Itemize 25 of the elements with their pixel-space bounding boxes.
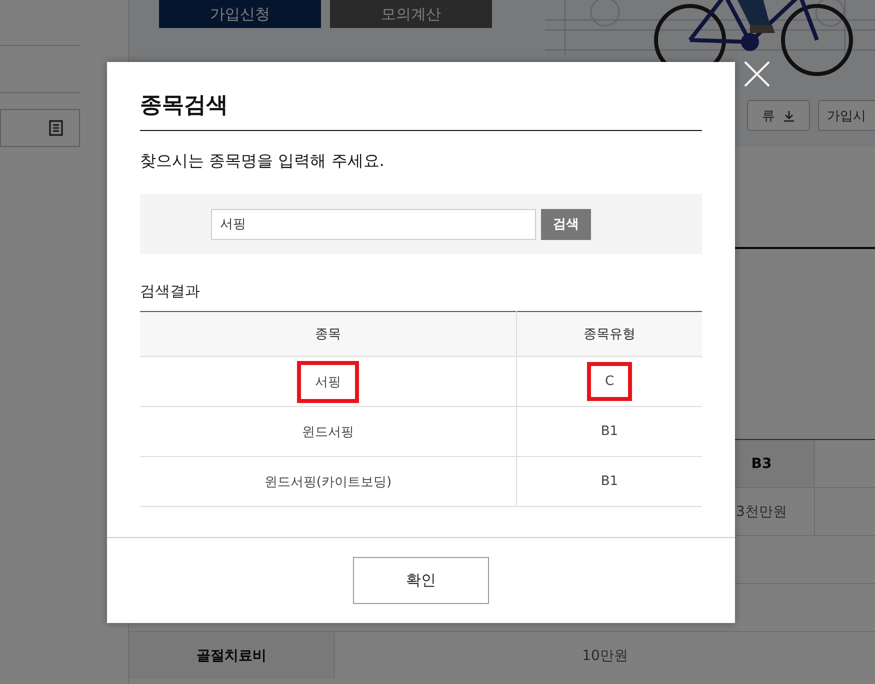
result-cell[interactable]: 서핑 (297, 360, 359, 402)
download-button[interactable]: 류 (747, 100, 810, 131)
result-cell[interactable]: 윈드서핑(카이트보딩) (246, 460, 410, 502)
search-field[interactable]: 서핑 (211, 208, 536, 240)
search-button[interactable]: 검색 (541, 208, 591, 240)
row-label: 골절치료비 (129, 632, 334, 679)
tool-button[interactable]: 가입시 (818, 100, 875, 131)
column-header: 종목유형 (516, 312, 702, 356)
instruction-text: 찾으시는 종목명을 입력해 주세요. (140, 151, 386, 172)
dialog-title: 종목검색 (140, 90, 702, 131)
side-field[interactable] (0, 109, 80, 147)
banner-button[interactable]: 가입신청 (159, 0, 321, 28)
document-icon (49, 120, 63, 136)
result-cell-text: B1 (600, 423, 620, 441)
result-cell: C (586, 362, 632, 401)
table-cell-text: 3천만원 (735, 502, 788, 522)
column-header: 종목 (140, 312, 516, 356)
banner-button[interactable]: 모의계산 (330, 0, 492, 28)
confirm-button[interactable]: 확인 (353, 557, 489, 604)
result-cell-text: B1 (600, 473, 620, 491)
close-icon[interactable] (744, 61, 770, 87)
result-cell[interactable]: 윈드서핑 (284, 410, 372, 452)
table-cell: 10만원 (334, 632, 875, 679)
results-title: 검색결과 (140, 282, 201, 301)
download-icon (783, 110, 795, 122)
